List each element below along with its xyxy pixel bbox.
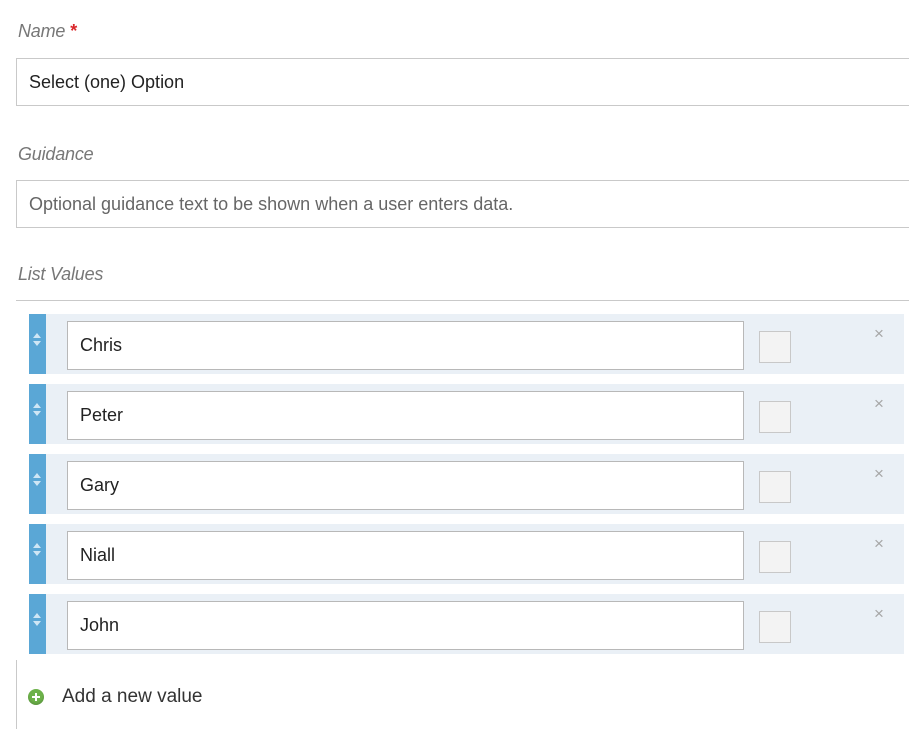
list-item-checkbox[interactable] — [759, 331, 791, 363]
list-item-checkbox[interactable] — [759, 471, 791, 503]
list-item: × — [29, 314, 904, 374]
list-item: × — [29, 384, 904, 444]
plus-circle-icon — [28, 689, 44, 705]
list-item: × — [29, 594, 904, 654]
list-item: × — [29, 524, 904, 584]
list-item-checkbox[interactable] — [759, 611, 791, 643]
list-value-input[interactable] — [67, 391, 744, 440]
name-label-text: Name — [18, 21, 66, 41]
name-input[interactable] — [16, 58, 909, 106]
add-new-value-link[interactable]: Add a new value — [28, 686, 203, 708]
arrow-up-icon — [33, 403, 41, 408]
arrow-up-icon — [33, 613, 41, 618]
drag-handle[interactable] — [29, 594, 46, 654]
arrow-up-icon — [33, 333, 41, 338]
list-item: × — [29, 454, 904, 514]
remove-icon[interactable]: × — [874, 324, 884, 344]
list-value-input[interactable] — [67, 461, 744, 510]
list-field-editor: Name* Guidance List Values × × — [0, 0, 909, 729]
arrow-down-icon — [33, 341, 41, 346]
required-marker: * — [70, 21, 78, 41]
remove-icon[interactable]: × — [874, 604, 884, 624]
list-value-input[interactable] — [67, 601, 744, 650]
remove-icon[interactable]: × — [874, 464, 884, 484]
section-divider — [16, 300, 909, 301]
remove-icon[interactable]: × — [874, 394, 884, 414]
drag-handle[interactable] — [29, 454, 46, 514]
drag-handle[interactable] — [29, 384, 46, 444]
list-value-input[interactable] — [67, 531, 744, 580]
drag-handle[interactable] — [29, 524, 46, 584]
arrow-up-icon — [33, 543, 41, 548]
list-item-checkbox[interactable] — [759, 541, 791, 573]
arrow-down-icon — [33, 621, 41, 626]
arrow-up-icon — [33, 473, 41, 478]
remove-icon[interactable]: × — [874, 534, 884, 554]
name-label: Name * — [18, 21, 77, 42]
list-value-input[interactable] — [67, 321, 744, 370]
arrow-down-icon — [33, 551, 41, 556]
arrow-down-icon — [33, 481, 41, 486]
arrow-down-icon — [33, 411, 41, 416]
guidance-input[interactable] — [16, 180, 909, 228]
guidance-label: Guidance — [18, 144, 94, 164]
list-values-label: List Values — [18, 264, 104, 284]
add-value-area: Add a new value — [16, 660, 317, 729]
drag-handle[interactable] — [29, 314, 46, 374]
list-item-checkbox[interactable] — [759, 401, 791, 433]
list-values: × × × × — [29, 314, 904, 664]
add-new-value-label: Add a new value — [62, 686, 203, 707]
